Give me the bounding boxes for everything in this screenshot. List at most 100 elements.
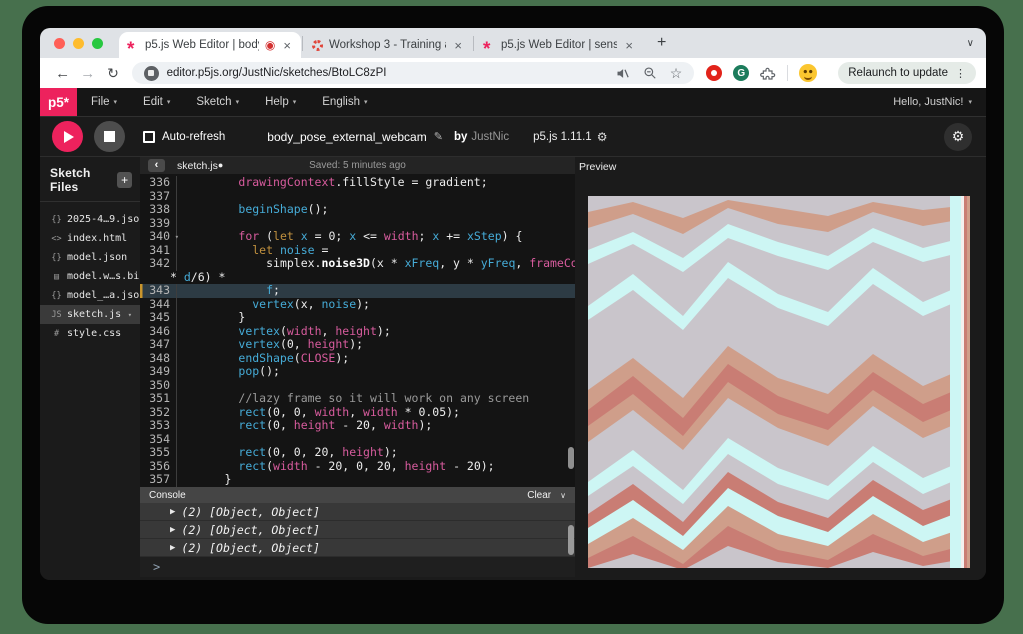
code-line[interactable]: 344 vertex(x, noise); [140, 298, 575, 312]
relaunch-button[interactable]: Relaunch to update ⋮ [838, 62, 976, 84]
code-line[interactable]: 339 [140, 217, 575, 231]
console-log-row[interactable]: ▶(2) [Object, Object] [140, 521, 575, 539]
console-scrollbar[interactable] [568, 525, 574, 555]
code-line[interactable]: 347 vertex(0, height); [140, 338, 575, 352]
tab-close-button[interactable]: × [281, 38, 293, 53]
code-line[interactable]: 355 rect(0, 0, 20, height); [140, 446, 575, 460]
tab-search-button[interactable]: ∨ [967, 38, 974, 49]
console-log-row[interactable]: ▶(2) [Object, Object] [140, 503, 575, 521]
file-options-icon[interactable]: ▾ [128, 311, 132, 319]
indent [183, 472, 225, 486]
code-line[interactable]: 351 //lazy frame so it will work on any … [140, 392, 575, 406]
browser-tab[interactable]: Workshop 3 - Training a mod× [304, 32, 472, 58]
file-item-model-w-s-bin[interactable]: ▤model.w…s.bin [40, 267, 140, 286]
code-line[interactable]: 356 rect(width - 20, 0, 20, height - 20)… [140, 460, 575, 474]
chevron-down-icon: ▾ [968, 98, 972, 106]
forward-button[interactable]: → [75, 65, 100, 82]
workshop-favicon-icon [312, 40, 323, 51]
bookmark-icon[interactable]: ☆ [670, 65, 683, 82]
menu-edit[interactable]: Edit▾ [143, 96, 170, 108]
code-line[interactable]: * d/6) * [140, 271, 575, 285]
code-line[interactable]: 337 [140, 190, 575, 204]
browser-tab[interactable]: *p5.js Web Editor | sense_and× [475, 32, 643, 58]
expand-arrow-icon[interactable]: ▶ [170, 543, 175, 553]
line-number: 349 [140, 365, 177, 379]
line-number: 337 [140, 190, 177, 204]
expand-arrow-icon[interactable]: ▶ [170, 525, 175, 535]
code-line[interactable]: 348 endShape(CLOSE); [140, 352, 575, 366]
tab-close-button[interactable]: × [623, 38, 635, 53]
zoom-window-button[interactable] [92, 38, 103, 49]
zoom-out-icon[interactable] [643, 66, 657, 80]
settings-button[interactable]: ⚙ [944, 123, 972, 151]
code-line[interactable]: 352 rect(0, 0, width, width * 0.05); [140, 406, 575, 420]
chevron-down-icon: ▾ [167, 98, 171, 106]
red-extension-icon[interactable] [706, 65, 722, 81]
code-line[interactable]: 350 [140, 379, 575, 393]
file-item-model-a-json[interactable]: {}model_…a.json [40, 286, 140, 305]
code-line[interactable]: 340▾ for (let x = 0; x <= width; x += xS… [140, 230, 575, 244]
minimize-window-button[interactable] [73, 38, 84, 49]
code-line[interactable]: 349 pop(); [140, 365, 575, 379]
address-bar[interactable]: editor.p5js.org/JustNic/sketches/BtoLC8z… [132, 62, 695, 84]
author-link[interactable]: JustNic [471, 131, 509, 143]
code-line[interactable]: 336 drawingContext.fillStyle = gradient; [140, 176, 575, 190]
site-info-icon[interactable] [144, 66, 159, 81]
code-line[interactable]: 338 beginShape(); [140, 203, 575, 217]
auto-refresh-checkbox[interactable] [143, 131, 155, 143]
file-item-2025-4-9-json[interactable]: {}2025-4…9.json [40, 210, 140, 229]
file-item-index-html[interactable]: <>index.html [40, 229, 140, 248]
profile-avatar[interactable] [799, 64, 817, 82]
tab-close-button[interactable]: × [452, 38, 464, 53]
play-icon [64, 131, 74, 143]
browser-menu-icon[interactable]: ⋮ [955, 67, 966, 80]
code-line[interactable]: 345 } [140, 311, 575, 325]
code-line[interactable]: 354 [140, 433, 575, 447]
add-file-button[interactable]: + [117, 172, 132, 188]
code-line[interactable]: 342 simplex.noise3D(x * xFreq, y * yFreq… [140, 257, 575, 271]
code-line[interactable]: 357 } [140, 473, 575, 487]
back-button[interactable]: ← [50, 65, 75, 82]
console-clear-button[interactable]: Clear [527, 490, 551, 501]
file-item-style-css[interactable]: #style.css [40, 324, 140, 343]
token: beginShape [238, 202, 307, 216]
sketch-canvas[interactable] [588, 196, 970, 568]
stop-button[interactable] [94, 121, 125, 152]
file-name: model.json [67, 252, 127, 263]
console-collapse-icon[interactable]: ∨ [560, 491, 566, 500]
token: ) { [502, 229, 523, 243]
extensions-puzzle-icon[interactable] [760, 65, 776, 81]
grammarly-extension-icon[interactable]: G [733, 65, 749, 81]
code-line[interactable]: 341 let noise = [140, 244, 575, 258]
expand-arrow-icon[interactable]: ▶ [170, 507, 175, 517]
code-line[interactable]: 346 vertex(width, height); [140, 325, 575, 339]
close-window-button[interactable] [54, 38, 65, 49]
code-line[interactable]: 343 f; [140, 284, 575, 298]
account-menu[interactable]: Hello, JustNic! ▾ [893, 96, 972, 108]
p5-logo[interactable]: p5* [40, 88, 77, 116]
browser-tab[interactable]: *p5.js Web Editor | body_p◉× [119, 32, 301, 58]
indent [183, 310, 238, 324]
menu-sketch[interactable]: Sketch▾ [196, 96, 239, 108]
menu-help[interactable]: Help▾ [265, 96, 296, 108]
new-tab-button[interactable]: + [653, 34, 670, 52]
editor-scrollbar[interactable] [568, 447, 574, 469]
file-item-sketch-js[interactable]: JSsketch.js▾ [40, 305, 140, 324]
token: CLOSE [301, 351, 336, 365]
version-settings-icon[interactable]: ⚙ [597, 130, 608, 144]
menu-english[interactable]: English▾ [322, 96, 367, 108]
code-text: * d/6) * [140, 271, 225, 285]
play-button[interactable] [52, 121, 83, 152]
console-log-row[interactable]: ▶(2) [Object, Object] [140, 539, 575, 557]
token: d [184, 270, 191, 284]
code-line[interactable]: 353 rect(0, height - 20, width); [140, 419, 575, 433]
url-text[interactable]: editor.p5js.org/JustNic/sketches/BtoLC8z… [167, 67, 387, 79]
edit-name-icon[interactable]: ✎ [434, 130, 443, 143]
console-prompt[interactable]: > [140, 557, 575, 577]
reload-button[interactable]: ↻ [100, 65, 125, 82]
menu-file[interactable]: File▾ [91, 96, 117, 108]
code-area[interactable]: 336 drawingContext.fillStyle = gradient;… [140, 174, 575, 487]
mute-icon[interactable] [615, 66, 630, 81]
browser-tabs: *p5.js Web Editor | body_p◉×Workshop 3 -… [119, 28, 643, 58]
file-item-model-json[interactable]: {}model.json [40, 248, 140, 267]
